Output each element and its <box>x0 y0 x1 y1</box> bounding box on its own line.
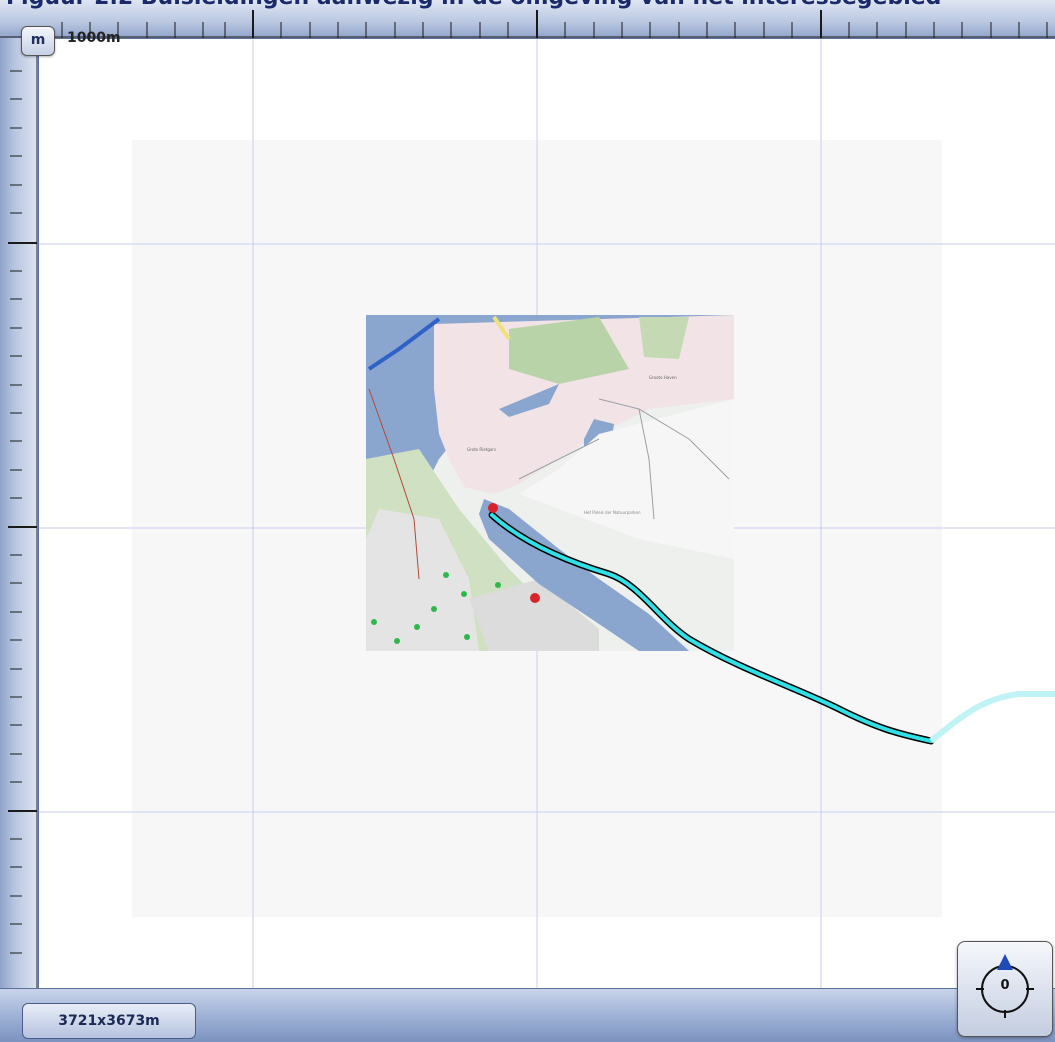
location-marker[interactable] <box>530 593 540 603</box>
map-label-2: Groote Haven <box>649 375 677 380</box>
basemap-tile: Grote Rietgors Groote Haven Het Paleis d… <box>366 315 734 651</box>
map-label-3: Het Paleis der Natuurparken <box>584 510 641 515</box>
figure-caption: Figuur 2.2 Buisleidingen aanwezig in de … <box>6 0 1055 10</box>
map-view[interactable]: Grote Rietgors Groote Haven Het Paleis d… <box>39 39 1055 988</box>
north-arrow-icon <box>997 954 1013 970</box>
scale-label: 1000m <box>67 30 121 46</box>
left-ruler <box>0 38 39 988</box>
location-marker[interactable] <box>488 503 498 513</box>
map-label-1: Grote Rietgors <box>467 447 496 452</box>
map-canvas[interactable]: Grote Rietgors Groote Haven Het Paleis d… <box>39 39 1055 988</box>
map-size-button[interactable]: 3721x3673m <box>22 1003 196 1039</box>
unit-toggle-button[interactable]: m <box>21 26 55 56</box>
left-ruler-ticks <box>8 38 38 988</box>
compass-heading: 0 <box>1000 978 1010 993</box>
compass-control[interactable]: 0 <box>957 941 1053 1037</box>
